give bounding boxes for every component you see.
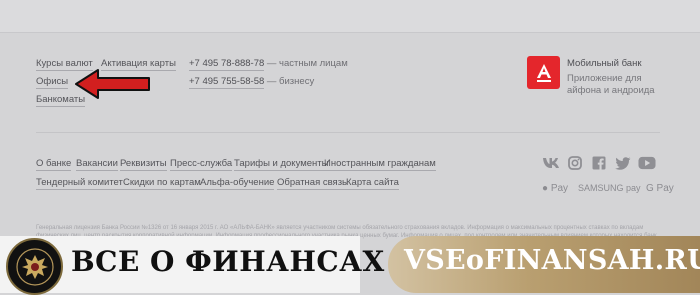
contact-business-note: — бизнесу: [266, 76, 315, 87]
facebook-icon[interactable]: [590, 155, 608, 171]
nav-link-offices[interactable]: Офисы: [36, 76, 69, 89]
footer-link-about[interactable]: О банке: [36, 158, 72, 171]
watermark-left-text: ВСЕ О ФИНАНСАХ: [71, 245, 385, 278]
contact-private-note: — частным лицам: [266, 58, 348, 69]
footer-link-tariffs[interactable]: Тарифы и документы: [234, 158, 329, 171]
apple-pay-label: Pay: [550, 183, 569, 194]
footer-link-requisites[interactable]: Реквизиты: [120, 158, 167, 171]
footer-link-vacancies[interactable]: Вакансии: [76, 158, 118, 171]
contact-private: +7 495 78-888-78 — частным лицам: [189, 58, 348, 71]
page-top-area: [0, 0, 700, 33]
alfa-a-icon: [536, 63, 551, 82]
footer-link-card-discounts[interactable]: Скидки по картам: [123, 177, 201, 190]
instagram-icon[interactable]: [566, 155, 584, 171]
contact-business: +7 495 755-58-58 — бизнесу: [189, 76, 315, 89]
watermark-banner: ВСЕ О ФИНАНСАХ VSEoFINANSAH.RU: [0, 236, 700, 295]
apple-pay: ● Pay: [542, 183, 568, 194]
social-icons: [542, 155, 656, 171]
apple-icon: ●: [542, 183, 549, 194]
samsung-pay: SAMSUNG pay: [578, 183, 641, 193]
footer-link-press[interactable]: Пресс-служба: [170, 158, 233, 171]
phone-private[interactable]: +7 495 78-888-78: [189, 58, 265, 71]
mobile-bank-title[interactable]: Мобильный банк: [567, 58, 641, 69]
footer-divider: [36, 132, 660, 133]
watermark-right-text: VSEoFINANSAH.RU: [404, 245, 700, 276]
footer-link-tender[interactable]: Тендерный комитет: [36, 177, 123, 190]
youtube-icon[interactable]: [638, 155, 656, 171]
double-eagle-emblem-icon: [6, 238, 63, 295]
footer-link-feedback[interactable]: Обратная связь: [277, 177, 347, 190]
footer-link-sitemap[interactable]: Карта сайта: [346, 177, 399, 190]
footer-link-foreign[interactable]: Иностранным гражданам: [324, 158, 436, 171]
red-arrow-icon: [75, 69, 150, 99]
phone-business[interactable]: +7 495 755-58-58: [189, 76, 265, 89]
vk-icon[interactable]: [542, 155, 560, 171]
mobile-bank-description: Приложение для айфона и андроида: [567, 73, 655, 96]
twitter-icon[interactable]: [614, 155, 632, 171]
google-pay: G Pay: [646, 183, 674, 194]
footer-link-alfa-education[interactable]: Альфа-обучение: [200, 177, 275, 190]
alfa-bank-logo[interactable]: [527, 56, 560, 89]
